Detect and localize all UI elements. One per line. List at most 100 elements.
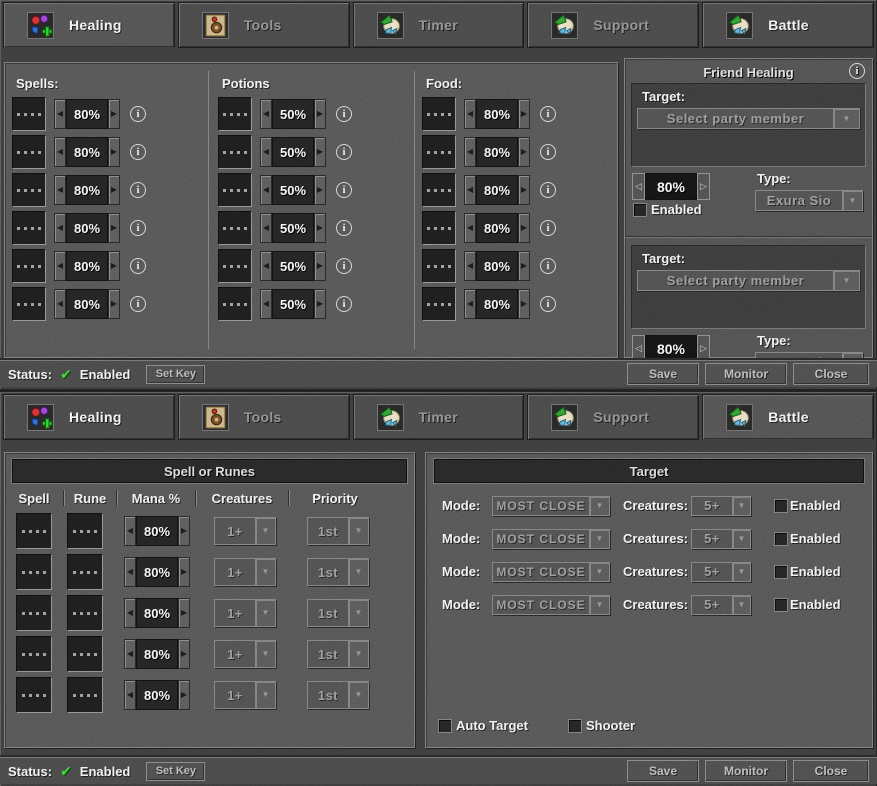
info-icon[interactable]: i [130, 296, 146, 312]
dropdown-button[interactable]: ▼ [732, 563, 750, 581]
percent-value[interactable]: 80% [66, 289, 108, 319]
decrease-button[interactable]: ◀ [54, 99, 66, 129]
increase-button[interactable]: ▶ [178, 598, 190, 628]
dropdown-button[interactable]: ▼ [833, 271, 859, 290]
info-icon[interactable]: i [336, 182, 352, 198]
decrease-button[interactable]: ◀ [54, 175, 66, 205]
percent-value[interactable]: 80% [66, 137, 108, 167]
potion-slot[interactable] [218, 211, 252, 245]
decrease-button[interactable]: ◀ [464, 289, 476, 319]
enabled-checkbox[interactable] [633, 203, 647, 217]
increase-button[interactable]: ▶ [108, 251, 120, 281]
info-icon[interactable]: i [336, 106, 352, 122]
rune-slot[interactable] [67, 513, 103, 549]
rune-slot[interactable] [67, 554, 103, 590]
dropdown-button[interactable]: ▼ [589, 497, 609, 515]
creatures-dropdown[interactable]: 1+ ▼ [214, 517, 276, 545]
increase-button[interactable]: ▶ [108, 289, 120, 319]
mode-dropdown[interactable]: MOST CLOSE ▼ [492, 529, 610, 549]
dropdown-button[interactable]: ▼ [255, 641, 275, 667]
percent-value[interactable]: 50% [272, 289, 314, 319]
info-icon[interactable]: i [130, 220, 146, 236]
tab-timer[interactable]: Timer [353, 2, 525, 48]
decrease-button[interactable]: ◀ [260, 175, 272, 205]
percent-value[interactable]: 80% [645, 173, 697, 200]
dropdown-button[interactable]: ▼ [589, 596, 609, 614]
decrease-button[interactable]: ◀ [260, 289, 272, 319]
decrease-button[interactable]: ◀ [464, 213, 476, 243]
increase-button[interactable]: ▶ [518, 213, 530, 243]
spell-slot[interactable] [12, 211, 46, 245]
spell-slot[interactable] [12, 97, 46, 131]
spell-slot[interactable] [12, 287, 46, 321]
priority-dropdown[interactable]: 1st ▼ [307, 517, 369, 545]
priority-dropdown[interactable]: 1st ▼ [307, 558, 369, 586]
dropdown-button[interactable]: ▼ [348, 641, 368, 667]
percent-value[interactable]: 50% [272, 175, 314, 205]
enabled-checkbox[interactable] [774, 499, 788, 513]
food-slot[interactable] [422, 97, 456, 131]
dropdown-button[interactable]: ▼ [348, 559, 368, 585]
info-icon[interactable]: i [540, 296, 556, 312]
decrease-button[interactable]: ◀ [464, 175, 476, 205]
percent-value[interactable]: 80% [476, 251, 518, 281]
dropdown-button[interactable]: ▼ [833, 109, 859, 128]
decrease-button[interactable]: ◁ [632, 173, 645, 200]
dropdown-button[interactable]: ▼ [255, 518, 275, 544]
increase-button[interactable]: ▶ [178, 680, 190, 710]
info-icon[interactable]: i [336, 220, 352, 236]
increase-button[interactable]: ▶ [178, 557, 190, 587]
dropdown-button[interactable]: ▼ [255, 682, 275, 708]
potion-slot[interactable] [218, 135, 252, 169]
decrease-button[interactable]: ◀ [464, 99, 476, 129]
mana-percent-value[interactable]: 80% [136, 639, 178, 669]
increase-button[interactable]: ▶ [178, 639, 190, 669]
percent-value[interactable]: 80% [66, 251, 108, 281]
percent-value[interactable]: 80% [66, 213, 108, 243]
decrease-button[interactable]: ◀ [124, 639, 136, 669]
party-member-dropdown[interactable]: Select party member ▼ [637, 108, 860, 129]
increase-button[interactable]: ▶ [518, 137, 530, 167]
dropdown-button[interactable]: ▼ [732, 596, 750, 614]
percent-value[interactable]: 80% [476, 175, 518, 205]
spell-slot[interactable] [12, 173, 46, 207]
decrease-button[interactable]: ◀ [464, 137, 476, 167]
close-button[interactable]: Close [793, 760, 869, 782]
creatures-dropdown[interactable]: 1+ ▼ [214, 599, 276, 627]
tab-timer[interactable]: Timer [353, 394, 525, 440]
dropdown-button[interactable]: ▼ [842, 191, 862, 210]
party-member-dropdown[interactable]: Select party member ▼ [637, 270, 860, 291]
increase-button[interactable]: ▶ [178, 516, 190, 546]
mana-percent-value[interactable]: 80% [136, 516, 178, 546]
tab-healing[interactable]: Healing [3, 394, 175, 440]
info-icon[interactable]: i [540, 144, 556, 160]
dropdown-button[interactable]: ▼ [589, 530, 609, 548]
dropdown-button[interactable]: ▼ [255, 559, 275, 585]
mana-percent-value[interactable]: 80% [136, 598, 178, 628]
increase-button[interactable]: ▷ [697, 173, 710, 200]
percent-value[interactable]: 80% [476, 213, 518, 243]
percent-value[interactable]: 50% [272, 251, 314, 281]
heal-type-dropdown[interactable]: Exura Sio ▼ [755, 190, 863, 211]
tab-healing[interactable]: Healing [3, 2, 175, 48]
percent-value[interactable]: 80% [66, 175, 108, 205]
increase-button[interactable]: ▶ [108, 175, 120, 205]
increase-button[interactable]: ▷ [697, 335, 710, 362]
potion-slot[interactable] [218, 287, 252, 321]
creatures-dropdown[interactable]: 5+ ▼ [691, 562, 751, 582]
mode-dropdown[interactable]: MOST CLOSE ▼ [492, 595, 610, 615]
decrease-button[interactable]: ◀ [260, 251, 272, 281]
percent-value[interactable]: 80% [476, 289, 518, 319]
dropdown-button[interactable]: ▼ [732, 530, 750, 548]
decrease-button[interactable]: ◀ [54, 289, 66, 319]
creatures-dropdown[interactable]: 1+ ▼ [214, 640, 276, 668]
increase-button[interactable]: ▶ [518, 289, 530, 319]
increase-button[interactable]: ▶ [314, 251, 326, 281]
dropdown-button[interactable]: ▼ [589, 563, 609, 581]
food-slot[interactable] [422, 211, 456, 245]
increase-button[interactable]: ▶ [108, 213, 120, 243]
info-icon[interactable]: i [540, 106, 556, 122]
increase-button[interactable]: ▶ [518, 175, 530, 205]
potion-slot[interactable] [218, 173, 252, 207]
increase-button[interactable]: ▶ [108, 137, 120, 167]
